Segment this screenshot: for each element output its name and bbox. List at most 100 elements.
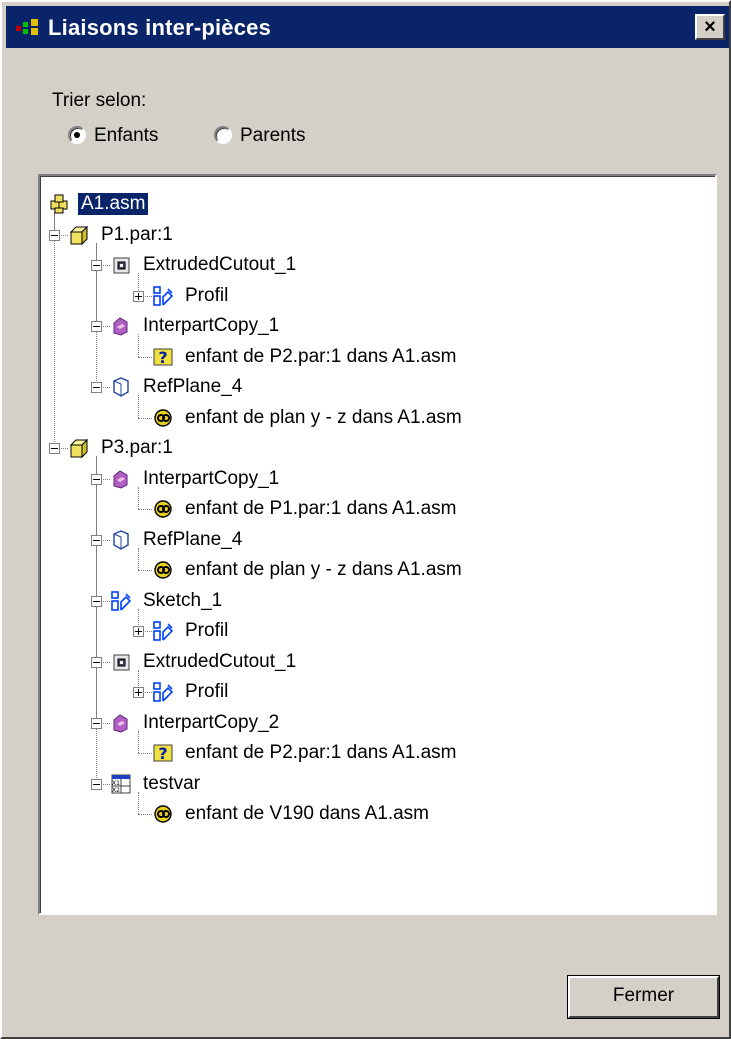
title-bar[interactable]: Liaisons inter-pièces × (6, 6, 729, 48)
tree-node[interactable]: P3.par:1 (68, 434, 710, 464)
sort-label: Trier selon: (52, 90, 147, 111)
cutout-feature-icon (110, 254, 132, 276)
svg-text:?: ? (158, 348, 167, 367)
window-title: Liaisons inter-pièces (48, 15, 272, 40)
tree-node-label: enfant de plan y - z dans A1.asm (185, 406, 462, 428)
collapse-icon[interactable] (91, 473, 102, 485)
svg-text:X2: X2 (112, 787, 120, 794)
tree-node-label: Profil (185, 681, 229, 702)
tree-node[interactable]: RefPlane_4 (110, 526, 710, 556)
fermer-button[interactable]: Fermer (567, 975, 720, 1019)
question-icon: ? (152, 742, 174, 764)
variable-table-icon: X1 X2 (110, 773, 132, 795)
sketch-icon (152, 681, 174, 703)
collapse-icon[interactable] (91, 656, 102, 668)
expand-icon[interactable] (133, 687, 144, 698)
tree-node[interactable]: A1.asm (48, 190, 710, 220)
tree-connector (138, 509, 152, 510)
link-icon (152, 803, 174, 825)
collapse-icon[interactable] (91, 717, 102, 729)
tree-node-label: Sketch_1 (143, 589, 223, 611)
link-icon (152, 559, 174, 581)
collapse-icon[interactable] (91, 534, 102, 546)
tree-node-label: Profil (185, 620, 229, 641)
tree-node[interactable]: enfant de P1.par:1 dans A1.asm (152, 495, 710, 525)
tree-node[interactable]: InterpartCopy_2 (110, 709, 710, 739)
tree-node-label: RefPlane_4 (143, 376, 243, 397)
tree-node[interactable]: Sketch_1 (110, 587, 710, 617)
dialog-window: Liaisons inter-pièces × Trier selon: Enf… (0, 0, 731, 1039)
tree-connector (96, 456, 97, 784)
interpart-copy-icon (110, 315, 132, 337)
sketch-icon (110, 590, 132, 612)
tree-node-label: InterpartCopy_2 (143, 711, 280, 733)
sketch-icon (152, 285, 174, 307)
collapse-icon[interactable] (91, 382, 102, 393)
dependency-tree[interactable]: A1.asm P1.par:1 ExtrudedCutout_1 Profil Inte… (38, 174, 717, 915)
tree-node[interactable]: enfant de plan y - z dans A1.asm (152, 556, 710, 586)
radio-parents-button[interactable] (214, 126, 232, 144)
interpart-copy-icon (110, 468, 132, 490)
tree-node-label: enfant de plan y - z dans A1.asm (185, 559, 462, 580)
link-icon (152, 407, 174, 429)
tree-node[interactable]: InterpartCopy_1 (110, 465, 710, 495)
tree-connector (54, 212, 55, 448)
tree-node[interactable]: Profil (152, 678, 710, 708)
cutout-feature-icon (110, 651, 132, 673)
tree-node-label: RefPlane_4 (143, 528, 243, 550)
part-icon (68, 224, 90, 246)
tree-content: A1.asm P1.par:1 ExtrudedCutout_1 Profil Inte… (40, 176, 715, 913)
ref-plane-icon (110, 529, 132, 551)
tree-node[interactable]: Profil (152, 282, 710, 312)
collapse-icon[interactable] (49, 229, 60, 241)
tree-node[interactable]: enfant de plan y - z dans A1.asm (152, 404, 710, 434)
radio-enfants-label: Enfants (94, 125, 159, 146)
interpart-copy-icon (110, 712, 132, 734)
tree-node[interactable]: ? enfant de P2.par:1 dans A1.asm (152, 739, 710, 769)
assembly-icon (48, 193, 70, 215)
tree-connector (138, 753, 152, 754)
expand-icon[interactable] (133, 290, 144, 302)
collapse-icon[interactable] (91, 321, 102, 332)
collapse-icon[interactable] (91, 260, 102, 271)
radio-enfants[interactable]: Enfants (68, 125, 188, 151)
radio-parents-label: Parents (240, 125, 306, 146)
radio-parents[interactable]: Parents (214, 125, 334, 151)
svg-text:?: ? (158, 744, 167, 763)
tree-node-label: ExtrudedCutout_1 (143, 254, 297, 275)
tree-node[interactable]: ? enfant de P2.par:1 dans A1.asm (152, 343, 710, 373)
tree-node-label: enfant de P1.par:1 dans A1.asm (185, 498, 457, 519)
close-icon[interactable]: × (695, 14, 725, 40)
tree-connector (138, 356, 152, 358)
tree-node-label: enfant de P2.par:1 dans A1.asm (185, 742, 457, 763)
tree-connector (138, 417, 152, 419)
part-icon (68, 437, 90, 459)
tree-node-label: enfant de P2.par:1 dans A1.asm (185, 345, 457, 367)
tree-node[interactable]: X1 X2 testvar (110, 770, 710, 800)
tree-node-label: P3.par:1 (101, 437, 173, 458)
svg-text:X1: X1 (112, 780, 120, 787)
expand-icon[interactable] (133, 626, 144, 637)
tree-node-label: testvar (143, 772, 201, 794)
tree-node-label: InterpartCopy_1 (143, 315, 280, 336)
tree-connector (138, 570, 152, 571)
tree-node[interactable]: P1.par:1 (68, 221, 710, 251)
collapse-icon[interactable] (49, 443, 60, 454)
collapse-icon[interactable] (91, 778, 102, 790)
ref-plane-icon (110, 376, 132, 398)
radio-enfants-button[interactable] (68, 126, 86, 144)
tree-node[interactable]: ExtrudedCutout_1 (110, 251, 710, 281)
tree-node[interactable]: RefPlane_4 (110, 373, 710, 403)
tree-node-label: P1.par:1 (101, 223, 173, 245)
tree-node-label: InterpartCopy_1 (143, 467, 280, 489)
tree-node[interactable]: Profil (152, 617, 710, 647)
tree-node[interactable]: InterpartCopy_1 (110, 312, 710, 342)
tree-node-label: A1.asm (76, 192, 150, 216)
collapse-icon[interactable] (91, 595, 102, 607)
tree-node[interactable]: enfant de V190 dans A1.asm (152, 800, 710, 830)
tree-node-label: enfant de V190 dans A1.asm (185, 803, 430, 824)
question-icon: ? (152, 346, 174, 368)
tree-node[interactable]: ExtrudedCutout_1 (110, 648, 710, 678)
link-icon (152, 498, 174, 520)
tree-node-label: Profil (185, 284, 229, 306)
